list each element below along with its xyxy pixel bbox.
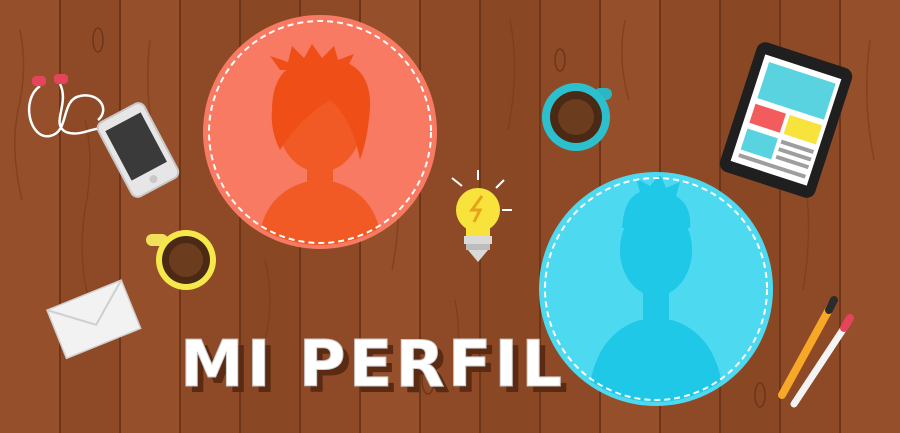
male-avatar-icon[interactable] bbox=[539, 172, 773, 406]
female-avatar-icon[interactable] bbox=[203, 15, 437, 249]
banner-title: MI PERFIL MI PERFIL bbox=[180, 328, 569, 409]
profile-banner: MI PERFIL MI PERFIL bbox=[0, 0, 900, 433]
banner-title-text: MI PERFIL bbox=[180, 328, 565, 402]
